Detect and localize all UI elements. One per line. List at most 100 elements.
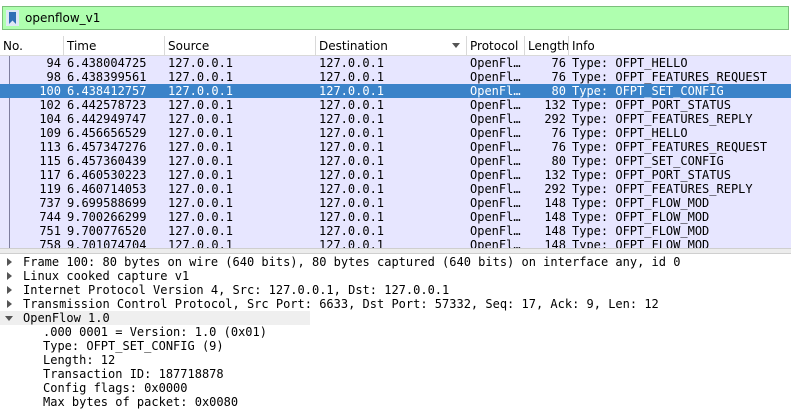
details-text: Type: OFPT_SET_CONFIG (9): [43, 339, 224, 353]
packet-cell-destination: 127.0.0.1: [319, 182, 385, 196]
details-field[interactable]: Config flags: 0x0000: [0, 381, 791, 395]
packet-cell-destination: 127.0.0.1: [319, 112, 385, 126]
details-tree-item[interactable]: Frame 100: 80 bytes on wire (640 bits), …: [0, 255, 791, 269]
packet-row[interactable]: 98 6.438399561 127.0.0.1 127.0.0.1 OpenFl… 76…: [0, 70, 791, 84]
display-filter-toolbar: openflow_v1: [0, 0, 791, 36]
packet-cell-time: 9.699588699: [67, 196, 147, 210]
packet-list[interactable]: 94 6.438004725 127.0.0.1 127.0.0.1 OpenFl… 76…: [0, 56, 791, 248]
details-field[interactable]: Type: OFPT_SET_CONFIG (9): [0, 339, 791, 353]
expand-arrow-icon[interactable]: [7, 258, 12, 266]
details-tree-item[interactable]: OpenFlow 1.0: [0, 311, 310, 325]
details-field[interactable]: .000 0001 = Version: 1.0 (0x01): [0, 325, 791, 339]
packet-cell-time: 6.460714053: [67, 182, 147, 196]
display-filter-text: openflow_v1: [25, 11, 101, 25]
column-header-no[interactable]: No.: [0, 36, 63, 55]
packet-cell-destination: 127.0.0.1: [319, 224, 385, 238]
details-text: Internet Protocol Version 4, Src: 127.0.…: [23, 283, 450, 297]
column-header-protocol[interactable]: Protocol: [466, 36, 524, 55]
packet-cell-protocol: OpenFl…: [470, 126, 521, 140]
packet-cell-length: 148: [544, 224, 566, 238]
details-text: .000 0001 = Version: 1.0 (0x01): [43, 325, 267, 339]
column-header-destination[interactable]: Destination: [315, 36, 466, 55]
packet-cell-protocol: OpenFl…: [470, 168, 521, 182]
packet-row[interactable]: 737 9.699588699 127.0.0.1 127.0.0.1 OpenFl… 1…: [0, 196, 791, 210]
packet-row[interactable]: 751 9.700776520 127.0.0.1 127.0.0.1 OpenFl… 1…: [0, 224, 791, 238]
packet-cell-time: 6.442578723: [67, 98, 147, 112]
packet-details-tree[interactable]: Frame 100: 80 bytes on wire (640 bits), …: [0, 254, 791, 409]
packet-row[interactable]: 117 6.460530223 127.0.0.1 127.0.0.1 OpenFl… 1…: [0, 168, 791, 182]
packet-row[interactable]: 109 6.456656529 127.0.0.1 127.0.0.1 OpenFl… 7…: [0, 126, 791, 140]
packet-cell-destination: 127.0.0.1: [319, 140, 385, 154]
packet-cell-protocol: OpenFl…: [470, 112, 521, 126]
details-tree-item[interactable]: Linux cooked capture v1: [0, 269, 791, 283]
packet-cell-destination: 127.0.0.1: [319, 196, 385, 210]
packet-cell-info: Type: OFPT_FEATURES_REQUEST: [572, 140, 768, 154]
packet-row[interactable]: 113 6.457347276 127.0.0.1 127.0.0.1 OpenFl… 7…: [0, 140, 791, 154]
packet-cell-no: 737: [39, 196, 61, 210]
packet-cell-length: 148: [544, 210, 566, 224]
packet-row[interactable]: 104 6.442949747 127.0.0.1 127.0.0.1 OpenFl… 2…: [0, 112, 791, 126]
packet-row[interactable]: 100 6.438412757 127.0.0.1 127.0.0.1 OpenFl… 8…: [0, 84, 791, 98]
packet-cell-length: 148: [544, 196, 566, 210]
details-field[interactable]: Transaction ID: 187718878: [0, 367, 791, 381]
packet-cell-protocol: OpenFl…: [470, 84, 521, 98]
packet-cell-source: 127.0.0.1: [168, 182, 234, 196]
details-field[interactable]: Length: 12: [0, 353, 791, 367]
details-tree-item[interactable]: Transmission Control Protocol, Src Port:…: [0, 297, 791, 311]
packet-list-header: No. Time Source Destination Protocol Len…: [0, 36, 791, 56]
column-header-length[interactable]: Length: [524, 36, 569, 55]
packet-cell-no: 115: [39, 154, 61, 168]
packet-cell-source: 127.0.0.1: [168, 140, 234, 154]
column-header-destination-label: Destination: [319, 39, 388, 53]
packet-cell-source: 127.0.0.1: [168, 154, 234, 168]
packet-cell-length: 132: [544, 168, 566, 182]
packet-cell-destination: 127.0.0.1: [319, 56, 385, 70]
packet-cell-length: 76: [551, 140, 566, 154]
collapse-arrow-icon[interactable]: [5, 316, 13, 321]
display-filter-input[interactable]: openflow_v1: [2, 6, 789, 30]
packet-cell-length: 132: [544, 98, 566, 112]
packet-cell-protocol: OpenFl…: [470, 56, 521, 70]
packet-cell-no: 100: [39, 84, 61, 98]
packet-cell-source: 127.0.0.1: [168, 168, 234, 182]
packet-cell-source: 127.0.0.1: [168, 210, 234, 224]
packet-cell-info: Type: OFPT_FLOW_MOD: [572, 238, 710, 248]
packet-cell-info: Type: OFPT_FLOW_MOD: [572, 196, 710, 210]
details-text: Linux cooked capture v1: [23, 269, 190, 283]
bookmark-icon[interactable]: [6, 10, 19, 26]
packet-cell-time: 9.700776520: [67, 224, 147, 238]
packet-cell-protocol: OpenFl…: [470, 210, 521, 224]
packet-cell-info: Type: OFPT_PORT_STATUS: [572, 98, 731, 112]
column-header-info[interactable]: Info: [568, 36, 791, 55]
packet-cell-no: 758: [39, 238, 61, 248]
packet-cell-destination: 127.0.0.1: [319, 70, 385, 84]
details-text: Length: 12: [43, 353, 116, 367]
packet-cell-info: Type: OFPT_SET_CONFIG: [572, 84, 724, 98]
column-header-source[interactable]: Source: [164, 36, 315, 55]
packet-cell-destination: 127.0.0.1: [319, 98, 385, 112]
packet-cell-source: 127.0.0.1: [168, 126, 234, 140]
packet-cell-time: 6.438399561: [67, 70, 147, 84]
packet-cell-protocol: OpenFl…: [470, 238, 521, 248]
expand-arrow-icon[interactable]: [7, 286, 12, 294]
packet-row[interactable]: 102 6.442578723 127.0.0.1 127.0.0.1 OpenFl… 1…: [0, 98, 791, 112]
expand-arrow-icon[interactable]: [7, 300, 12, 308]
packet-cell-source: 127.0.0.1: [168, 98, 234, 112]
expand-arrow-icon[interactable]: [7, 272, 12, 280]
packet-row[interactable]: 744 9.700266299 127.0.0.1 127.0.0.1 OpenFl… 1…: [0, 210, 791, 224]
packet-cell-destination: 127.0.0.1: [319, 210, 385, 224]
column-header-time[interactable]: Time: [63, 36, 164, 55]
packet-cell-no: 94: [46, 56, 61, 70]
packet-row[interactable]: 94 6.438004725 127.0.0.1 127.0.0.1 OpenFl… 76…: [0, 56, 791, 70]
packet-row[interactable]: 119 6.460714053 127.0.0.1 127.0.0.1 OpenFl… 2…: [0, 182, 791, 196]
packet-cell-time: 6.442949747: [67, 112, 147, 126]
packet-row[interactable]: 115 6.457360439 127.0.0.1 127.0.0.1 OpenFl… 8…: [0, 154, 791, 168]
packet-cell-length: 148: [544, 238, 566, 248]
packet-row[interactable]: 758 9.701074704 127.0.0.1 127.0.0.1 OpenFl… 1…: [0, 238, 791, 248]
details-tree-item[interactable]: Internet Protocol Version 4, Src: 127.0.…: [0, 283, 791, 297]
packet-cell-source: 127.0.0.1: [168, 112, 234, 126]
packet-cell-time: 6.456656529: [67, 126, 147, 140]
packet-cell-info: Type: OFPT_FEATURES_REPLY: [572, 112, 753, 126]
packet-cell-no: 119: [39, 182, 61, 196]
packet-cell-no: 109: [39, 126, 61, 140]
